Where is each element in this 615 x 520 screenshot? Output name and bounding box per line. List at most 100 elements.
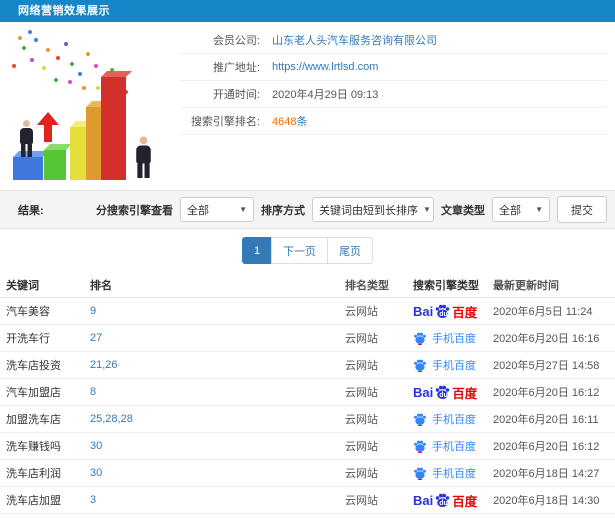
- rank-link[interactable]: 30: [90, 440, 102, 452]
- mobile-baidu-paw-icon: [413, 439, 427, 453]
- mobile-baidu-text: 手机百度: [432, 360, 476, 372]
- rank-type-cell: 云网站: [345, 360, 378, 372]
- rank-link[interactable]: 9: [90, 305, 96, 317]
- updated-cell: 2020年6月20日 16:12: [493, 387, 600, 399]
- info-row-engine-rank: 搜索引擎排名: 4648条: [180, 108, 607, 135]
- filter-bar: 结果: 分搜索引擎查看 全部 ▼ 排序方式 关键词由短到长排序 ▼ 文章类型 全…: [0, 190, 615, 229]
- mobile-baidu-text: 手机百度: [432, 414, 476, 426]
- table-row: 洗车店利润 30 云网站 手机百度 2020年6月18日 14:27: [0, 460, 615, 487]
- rank-cell: 30: [90, 467, 345, 479]
- page-title: 网络营销效果展示: [18, 5, 110, 17]
- engine-cell: 手机百度: [407, 411, 493, 427]
- submit-button[interactable]: 提交: [557, 196, 607, 223]
- table-row: 洗车店加盟 3 云网站 Bai du 百度 2020年6月18日 14:30: [0, 487, 615, 514]
- engine-cell: Bai du 百度: [407, 302, 493, 321]
- table-row: 汽车美容 9 云网站 Bai du 百度 2020年6月5日 11:24: [0, 298, 615, 325]
- header-updated: 最新更新时间: [493, 279, 559, 292]
- rank-link[interactable]: 3: [90, 494, 96, 506]
- mobile-baidu-logo: 手机百度: [413, 411, 476, 427]
- rank-link[interactable]: 21,26: [90, 359, 118, 371]
- keyword-cell: 加盟洗车店: [6, 414, 61, 426]
- sort-selected: 关键词由短到长排序: [319, 204, 418, 217]
- rank-type-cell: 云网站: [345, 387, 378, 399]
- updated-cell: 2020年6月18日 14:30: [493, 495, 600, 507]
- businessman-figure-left: [20, 120, 33, 157]
- account-info: 会员公司: 山东老人头汽车服务咨询有限公司 推广地址: https://www.…: [180, 22, 615, 190]
- open-time-value: 2020年4月29日 09:13: [272, 89, 379, 101]
- pagination-next[interactable]: 下一页: [271, 237, 329, 264]
- mobile-baidu-logo: 手机百度: [413, 330, 476, 346]
- rank-type-cell: 云网站: [345, 414, 378, 426]
- baidu-logo-bai-text: Bai: [413, 384, 434, 400]
- engine-rank-value[interactable]: 4648条: [272, 113, 307, 129]
- info-row-open-time: 开通时间: 2020年4月29日 09:13: [180, 81, 607, 108]
- rank-cell: 27: [90, 332, 345, 344]
- rank-link[interactable]: 25,28,28: [90, 413, 133, 425]
- info-row-company: 会员公司: 山东老人头汽车服务咨询有限公司: [180, 27, 607, 54]
- updated-cell: 2020年6月20日 16:16: [493, 333, 600, 345]
- updated-cell: 2020年6月5日 11:24: [493, 306, 593, 318]
- table-row: 加盟洗车店 25,28,28 云网站 手机百度 2020年6月20日 16:11: [0, 406, 615, 433]
- article-type-label: 文章类型: [441, 204, 485, 217]
- company-link[interactable]: 山东老人头汽车服务咨询有限公司: [272, 32, 437, 48]
- baidu-paw-icon: du: [434, 303, 451, 319]
- baidu-logo-du-text: du: [439, 392, 448, 399]
- engine-filter-select[interactable]: 全部 ▼: [180, 197, 254, 222]
- result-label: 结果:: [18, 204, 44, 217]
- table-header-row: 关键词 排名 排名类型 搜索引擎类型 最新更新时间: [0, 272, 615, 298]
- mobile-baidu-text: 手机百度: [432, 333, 476, 345]
- pagination-last[interactable]: 尾页: [327, 237, 374, 264]
- up-arrow-stem: [44, 124, 52, 142]
- rank-cell: 8: [90, 386, 345, 398]
- chevron-down-icon: ▼: [423, 205, 431, 214]
- rank-type-cell: 云网站: [345, 441, 378, 453]
- baidu-logo-cn-text: 百度: [452, 494, 478, 509]
- engine-cell: Bai du 百度: [407, 491, 493, 510]
- mobile-baidu-paw-icon: [413, 466, 427, 480]
- rank-cell: 21,26: [90, 359, 345, 371]
- header-engine-type: 搜索引擎类型: [413, 279, 479, 292]
- engine-cell: 手机百度: [407, 465, 493, 481]
- company-label: 会员公司:: [212, 35, 260, 47]
- engine-filter-label: 分搜索引擎查看: [96, 204, 173, 217]
- engine-rank-label: 搜索引擎排名:: [190, 116, 260, 128]
- baidu-logo: Bai du 百度: [413, 491, 477, 510]
- engine-cell: 手机百度: [407, 438, 493, 454]
- confetti-dots: [12, 64, 16, 68]
- rank-link[interactable]: 8: [90, 386, 96, 398]
- rank-link[interactable]: 27: [90, 332, 102, 344]
- baidu-logo: Bai du 百度: [413, 302, 477, 321]
- keyword-cell: 洗车店利润: [6, 468, 61, 480]
- table-row: 开洗车行 27 云网站 手机百度 2020年6月20日 16:16: [0, 325, 615, 352]
- engine-cell: 手机百度: [407, 357, 493, 373]
- rank-cell: 25,28,28: [90, 413, 345, 425]
- rank-cell: 9: [90, 305, 345, 317]
- keyword-cell: 洗车店加盟: [6, 495, 61, 507]
- results-table: 关键词 排名 排名类型 搜索引擎类型 最新更新时间 汽车美容 9 云网站 Bai: [0, 272, 615, 514]
- illustration-bar-green: [44, 150, 66, 180]
- pagination-page-1[interactable]: 1: [241, 237, 273, 264]
- rank-type-cell: 云网站: [345, 468, 378, 480]
- engine-cell: Bai du 百度: [407, 383, 493, 402]
- article-type-selected: 全部: [499, 204, 521, 217]
- article-type-select[interactable]: 全部 ▼: [492, 197, 550, 222]
- keyword-cell: 汽车美容: [6, 306, 50, 318]
- sort-select[interactable]: 关键词由短到长排序 ▼: [312, 197, 434, 222]
- mobile-baidu-paw-icon: [413, 412, 427, 426]
- updated-cell: 2020年6月20日 16:11: [493, 414, 599, 426]
- rank-count: 4648: [272, 116, 297, 128]
- open-time-label: 开通时间:: [212, 89, 260, 101]
- keyword-cell: 开洗车行: [6, 333, 50, 345]
- header-rank-type: 排名类型: [345, 279, 389, 292]
- rank-link[interactable]: 30: [90, 467, 102, 479]
- updated-cell: 2020年5月27日 14:58: [493, 360, 600, 372]
- rank-unit: 条: [296, 116, 308, 128]
- baidu-logo-cn-text: 百度: [452, 386, 478, 401]
- promo-url-label: 推广地址:: [212, 62, 260, 74]
- promo-url-link[interactable]: https://www.lrtlsd.com: [272, 61, 378, 73]
- header-keyword: 关键词: [6, 279, 39, 292]
- baidu-logo-bai-text: Bai: [413, 492, 434, 508]
- header-rank: 排名: [90, 279, 112, 292]
- illustration-bar-blue: [13, 157, 43, 180]
- rank-type-cell: 云网站: [345, 306, 378, 318]
